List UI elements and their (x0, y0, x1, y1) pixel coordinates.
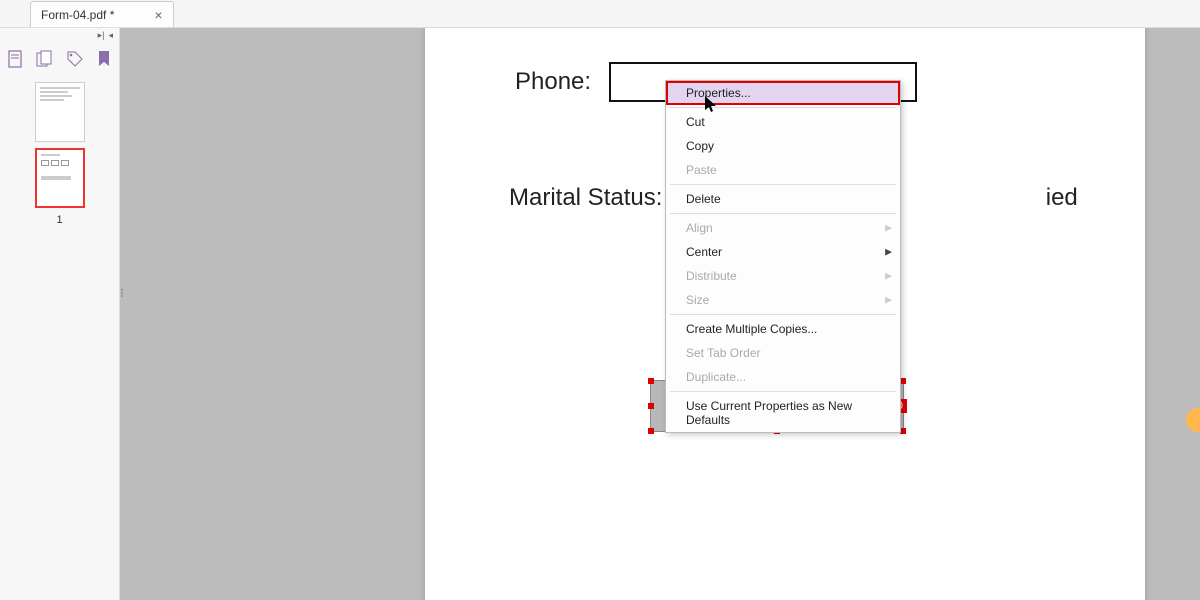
chevron-right-icon: ▶ (885, 223, 892, 234)
bookmark-icon[interactable] (95, 50, 113, 68)
page-duplicate-icon[interactable] (36, 50, 54, 68)
tab-bar: Form-04.pdf * × (0, 0, 1200, 28)
menu-item-use-current-properties-as-new-defaults[interactable]: Use Current Properties as New Defaults (666, 394, 900, 432)
menu-separator (670, 314, 896, 315)
menu-item-create-multiple-copies[interactable]: Create Multiple Copies... (666, 317, 900, 341)
tag-icon[interactable] (66, 50, 84, 68)
menu-item-align: Align▶ (666, 216, 900, 240)
menu-item-size: Size▶ (666, 288, 900, 312)
menu-separator (670, 391, 896, 392)
panel-expand-icon[interactable]: ◂ (108, 30, 113, 41)
menu-item-center[interactable]: Center▶ (666, 240, 900, 264)
menu-item-set-tab-order: Set Tab Order (666, 341, 900, 365)
menu-separator (670, 184, 896, 185)
page-thumbnail-1-upper[interactable] (35, 82, 85, 142)
menu-separator (670, 213, 896, 214)
left-panel: ▸| ◂ (0, 28, 120, 600)
workspace: ▸| ◂ (0, 28, 1200, 600)
thumbnail-panel: 1 (0, 76, 119, 232)
panel-collapse-controls: ▸| ◂ (0, 28, 119, 42)
resize-handle-tl[interactable] (648, 378, 654, 384)
tab-title: Form-04.pdf * (41, 8, 114, 22)
menu-item-duplicate: Duplicate... (666, 365, 900, 389)
chevron-right-icon: ▶ (885, 295, 892, 306)
phone-label: Phone: (515, 68, 591, 96)
menu-item-cut[interactable]: Cut (666, 110, 900, 134)
menu-separator (670, 107, 896, 108)
document-tab[interactable]: Form-04.pdf * × (30, 1, 174, 27)
panel-splitter[interactable] (120, 288, 124, 308)
menu-item-delete[interactable]: Delete (666, 187, 900, 211)
chevron-right-icon: ▶ (885, 271, 892, 282)
page-thumbnail-1[interactable] (35, 148, 85, 208)
menu-item-paste: Paste (666, 158, 900, 182)
resize-handle-ml[interactable] (648, 403, 654, 409)
menu-item-properties[interactable]: Properties... (666, 81, 900, 105)
marital-label: Marital Status: (509, 184, 662, 212)
thumbnail-page-number: 1 (56, 214, 62, 226)
menu-item-distribute: Distribute▶ (666, 264, 900, 288)
context-menu: Properties... CutCopyPaste Delete Align▶Cen… (665, 80, 901, 433)
close-icon[interactable]: × (154, 7, 162, 23)
menu-item-copy[interactable]: Copy (666, 134, 900, 158)
page-icon[interactable] (6, 50, 24, 68)
chevron-right-icon: ▶ (885, 247, 892, 258)
panel-toolbar (0, 42, 119, 76)
panel-collapse-icon[interactable]: ▸| (98, 30, 105, 41)
canvas[interactable]: Phone: Marital Status: Ma ied Push Butto… (120, 28, 1200, 600)
marital-text-suffix: ied (1046, 184, 1078, 212)
resize-handle-bl[interactable] (648, 428, 654, 434)
